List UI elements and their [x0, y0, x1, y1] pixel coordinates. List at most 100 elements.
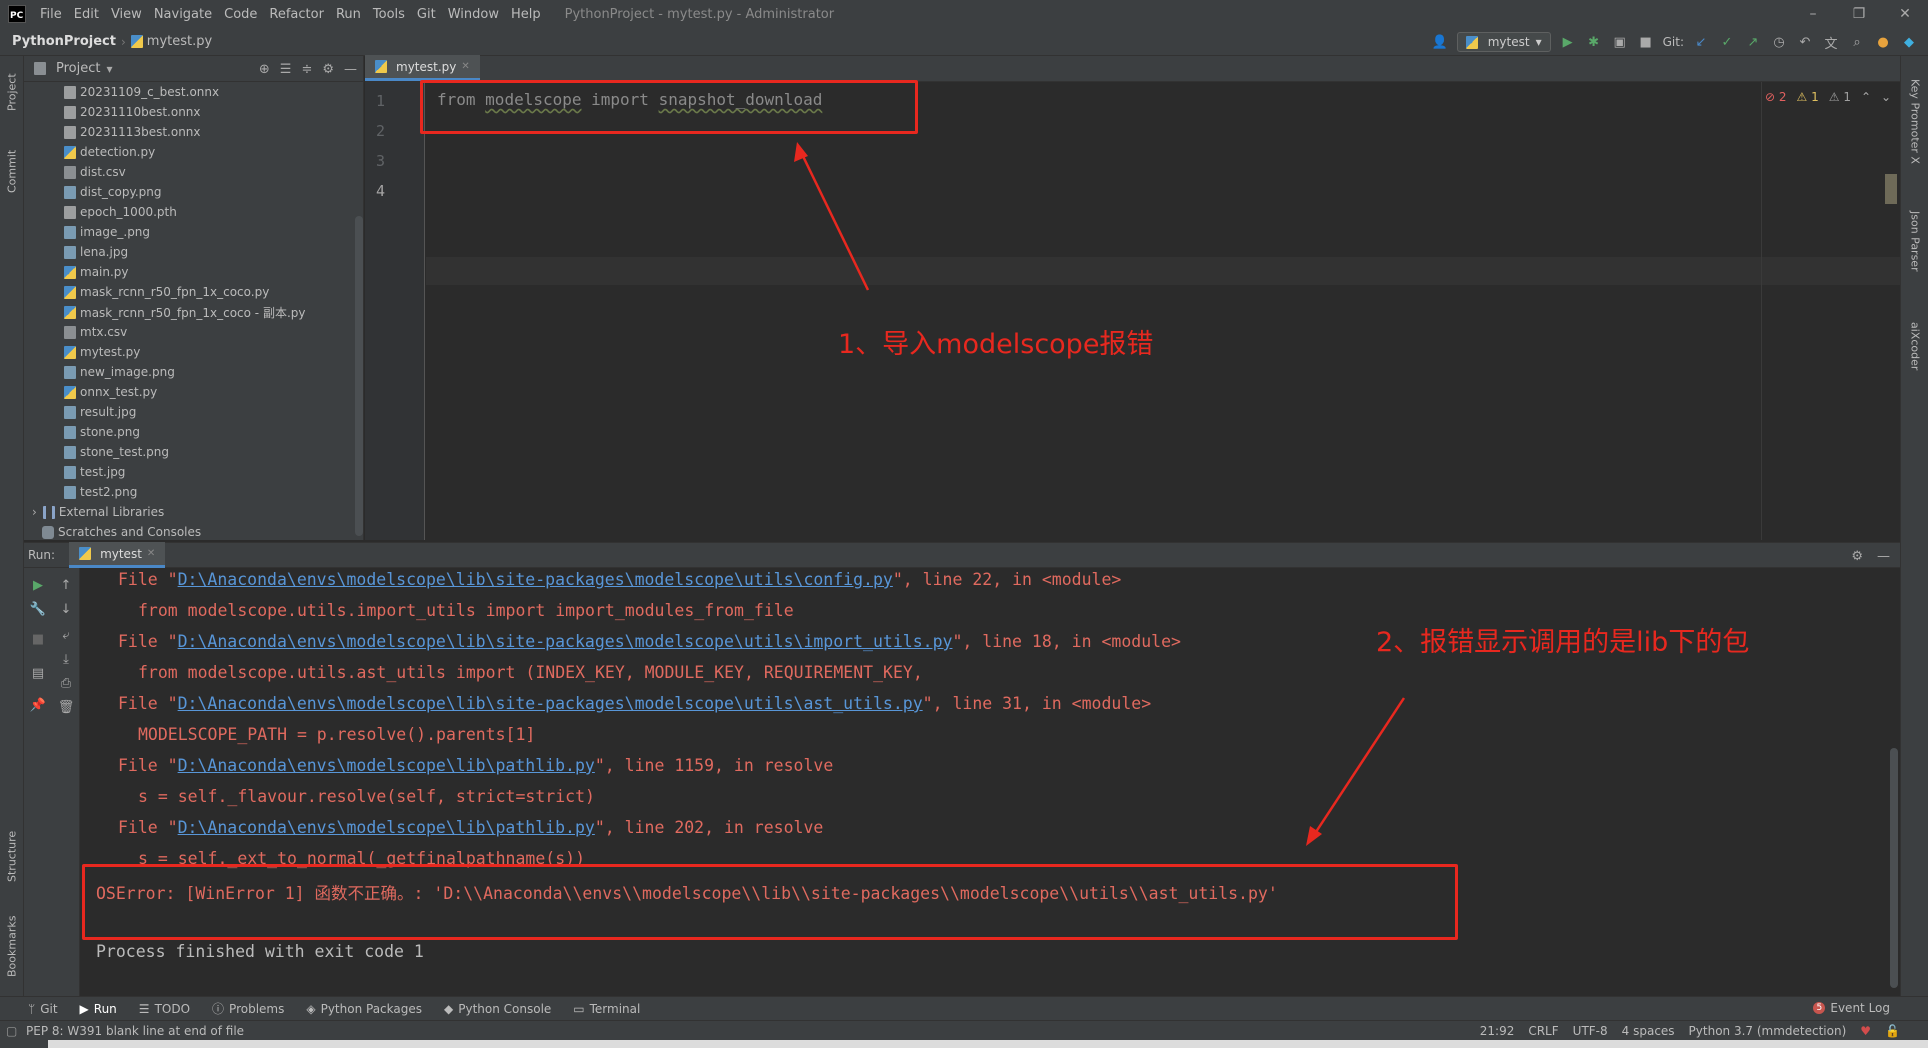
- project-file-item[interactable]: detection.py: [24, 142, 363, 162]
- close-tab-icon[interactable]: ✕: [461, 61, 469, 72]
- menu-tools[interactable]: Tools: [367, 7, 411, 22]
- project-file-item[interactable]: lena.jpg: [24, 242, 363, 262]
- project-file-item[interactable]: dist_copy.png: [24, 182, 363, 202]
- minimize-button[interactable]: –: [1790, 0, 1836, 28]
- tool-tab-project[interactable]: Project: [0, 62, 24, 122]
- git-push-icon[interactable]: ↗: [1744, 33, 1762, 51]
- code-editor[interactable]: 1 2 3 4 from modelscope import snapshot_…: [365, 82, 1900, 540]
- print-icon[interactable]: ⎙: [57, 674, 75, 692]
- project-file-item[interactable]: epoch_1000.pth: [24, 202, 363, 222]
- project-file-item[interactable]: mytest.py: [24, 342, 363, 362]
- menu-help[interactable]: Help: [505, 7, 547, 22]
- layout-icon[interactable]: ▤: [29, 664, 47, 682]
- breadcrumb-project[interactable]: PythonProject: [12, 34, 116, 49]
- menu-code[interactable]: Code: [218, 7, 263, 22]
- project-file-item[interactable]: main.py: [24, 262, 363, 282]
- close-button[interactable]: ✕: [1882, 0, 1928, 28]
- project-file-item[interactable]: result.jpg: [24, 402, 363, 422]
- project-file-item[interactable]: 20231110best.onnx: [24, 102, 363, 122]
- git-update-icon[interactable]: ↙: [1692, 33, 1710, 51]
- close-tab-icon[interactable]: ✕: [147, 548, 155, 559]
- history-icon[interactable]: ◷: [1770, 33, 1788, 51]
- console-file-link[interactable]: D:\Anaconda\envs\modelscope\lib\site-pac…: [178, 632, 953, 651]
- file-encoding[interactable]: UTF-8: [1573, 1024, 1608, 1038]
- arrow-up-icon[interactable]: ↑: [57, 576, 75, 594]
- console-file-link[interactable]: D:\Anaconda\envs\modelscope\lib\site-pac…: [178, 694, 923, 713]
- console-file-link[interactable]: D:\Anaconda\envs\modelscope\lib\pathlib.…: [178, 756, 595, 775]
- breadcrumb-file[interactable]: mytest.py: [147, 34, 212, 49]
- expand-all-icon[interactable]: ☰: [280, 62, 292, 77]
- scratches-item[interactable]: Scratches and Consoles: [24, 522, 363, 540]
- translate-icon[interactable]: 文: [1822, 33, 1840, 52]
- tool-tab-commit[interactable]: Commit: [0, 136, 24, 206]
- run-icon[interactable]: ▶: [1559, 33, 1577, 51]
- editor-scroll-marker[interactable]: [1885, 174, 1897, 204]
- menu-git[interactable]: Git: [411, 7, 442, 22]
- project-file-item[interactable]: 20231109_c_best.onnx: [24, 82, 363, 102]
- debug-icon[interactable]: ✱: [1585, 33, 1603, 51]
- project-file-item[interactable]: new_image.png: [24, 362, 363, 382]
- bottom-tab-terminal[interactable]: ▭ Terminal: [573, 1002, 640, 1016]
- tool-tab-key-promoter[interactable]: Key Promoter X: [1901, 66, 1928, 176]
- rerun-icon[interactable]: ▶: [29, 576, 47, 594]
- trash-icon[interactable]: 🗑: [57, 698, 75, 716]
- menu-file[interactable]: File: [34, 7, 68, 22]
- menu-refactor[interactable]: Refactor: [263, 7, 330, 22]
- collapse-all-icon[interactable]: ≑: [301, 62, 312, 77]
- previous-highlight-icon[interactable]: ⌃: [1861, 90, 1871, 104]
- run-tab-mytest[interactable]: mytest ✕: [69, 542, 166, 568]
- lock-icon[interactable]: 🔓: [1885, 1024, 1900, 1038]
- indent-setting[interactable]: 4 spaces: [1622, 1024, 1675, 1038]
- hide-icon[interactable]: —: [1877, 549, 1890, 564]
- tool-tab-structure[interactable]: Structure: [0, 816, 24, 896]
- menu-edit[interactable]: Edit: [68, 7, 105, 22]
- hide-icon[interactable]: —: [344, 62, 357, 77]
- stop-icon[interactable]: ■: [1637, 33, 1655, 51]
- tool-tab-bookmarks[interactable]: Bookmarks: [0, 906, 24, 986]
- project-file-item[interactable]: 20231113best.onnx: [24, 122, 363, 142]
- project-file-item[interactable]: test2.png: [24, 482, 363, 502]
- rollback-icon[interactable]: ↶: [1796, 33, 1814, 51]
- tool-tab-json-parser[interactable]: Json Parser: [1901, 196, 1928, 286]
- update-icon[interactable]: ●: [1874, 33, 1892, 51]
- project-file-item[interactable]: stone_test.png: [24, 442, 363, 462]
- gear-icon[interactable]: ⚙: [1851, 549, 1863, 564]
- plugin-icon[interactable]: ◆: [1900, 33, 1918, 51]
- event-log-button[interactable]: 5 Event Log: [1813, 1001, 1890, 1015]
- soft-wrap-icon[interactable]: ⤶: [57, 626, 75, 644]
- project-scrollbar[interactable]: [355, 216, 363, 536]
- bottom-tab-python-console[interactable]: ◆ Python Console: [444, 1002, 551, 1016]
- wrench-icon[interactable]: 🔧: [29, 600, 47, 618]
- editor-tab-mytest[interactable]: mytest.py ✕: [365, 55, 480, 81]
- pin-icon[interactable]: 📌: [29, 696, 47, 714]
- python-interpreter[interactable]: Python 3.7 (mmdetection): [1689, 1024, 1847, 1038]
- project-file-item[interactable]: mask_rcnn_r50_fpn_1x_coco.py: [24, 282, 363, 302]
- project-file-item[interactable]: test.jpg: [24, 462, 363, 482]
- restore-button[interactable]: ❐: [1836, 0, 1882, 28]
- console-scrollbar[interactable]: [1890, 748, 1898, 988]
- project-file-item[interactable]: stone.png: [24, 422, 363, 442]
- console-file-link[interactable]: D:\Anaconda\envs\modelscope\lib\site-pac…: [178, 570, 893, 589]
- menu-run[interactable]: Run: [330, 7, 367, 22]
- menu-window[interactable]: Window: [442, 7, 505, 22]
- inspector-icon[interactable]: ♥: [1860, 1024, 1871, 1038]
- project-file-item[interactable]: dist.csv: [24, 162, 363, 182]
- git-commit-icon[interactable]: ✓: [1718, 33, 1736, 51]
- chevron-right-icon[interactable]: ›: [32, 505, 37, 519]
- project-file-item[interactable]: image_.png: [24, 222, 363, 242]
- locate-icon[interactable]: ⊕: [259, 62, 270, 77]
- status-toggle-icon[interactable]: ▢: [6, 1024, 17, 1038]
- coverage-icon[interactable]: ▣: [1611, 33, 1629, 51]
- bottom-tab-python-packages[interactable]: ◈ Python Packages: [306, 1002, 422, 1016]
- bottom-tab-run[interactable]: ▶ Run: [80, 1002, 117, 1016]
- menu-view[interactable]: View: [105, 7, 148, 22]
- tool-tab-aixcoder[interactable]: aiXcoder: [1901, 306, 1928, 386]
- inspection-widget[interactable]: ⊘ 2 ⚠ 1 ⚠ 1 ⌃ ⌄: [1765, 90, 1891, 104]
- caret-position[interactable]: 21:92: [1480, 1024, 1515, 1038]
- bottom-tab-todo[interactable]: ☰ TODO: [139, 1002, 190, 1016]
- menu-navigate[interactable]: Navigate: [148, 7, 218, 22]
- chevron-down-icon[interactable]: ▾: [106, 62, 112, 76]
- gear-icon[interactable]: ⚙: [322, 62, 334, 77]
- scroll-to-end-icon[interactable]: ⤓: [57, 650, 75, 668]
- bottom-tab-git[interactable]: ᛘ Git: [28, 1002, 58, 1016]
